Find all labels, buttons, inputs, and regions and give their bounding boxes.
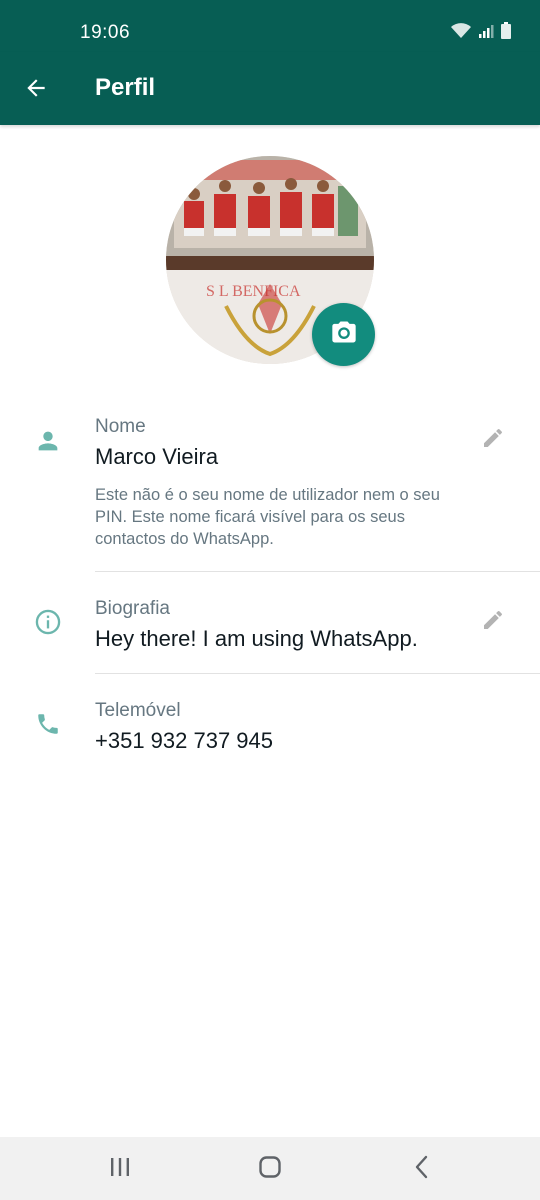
home-button[interactable] — [252, 1151, 288, 1187]
phone-label: Telemóvel — [95, 700, 181, 721]
camera-icon — [330, 318, 358, 351]
phone-value: +351 932 737 945 — [95, 728, 274, 753]
name-row[interactable]: Nome Marco Vieira Este não é o seu nome … — [0, 400, 540, 570]
signal-icon — [478, 23, 494, 44]
svg-text:S L BENFICA: S L BENFICA — [206, 283, 301, 300]
about-label: Biografia — [95, 598, 170, 619]
back-button[interactable] — [20, 74, 52, 106]
pencil-icon — [481, 426, 505, 455]
status-time: 19:06 — [80, 22, 131, 43]
wifi-icon — [450, 23, 472, 44]
home-icon — [258, 1155, 282, 1184]
status-bar: 19:06 — [0, 0, 540, 52]
name-value: Marco Vieira — [95, 444, 219, 469]
name-label: Nome — [95, 416, 146, 437]
arrow-left-icon — [23, 75, 49, 106]
chevron-left-icon — [412, 1155, 432, 1184]
recents-button[interactable] — [102, 1151, 138, 1187]
app-bar: Perfil — [0, 52, 540, 125]
back-nav-button[interactable] — [404, 1151, 440, 1187]
status-icons — [450, 22, 512, 45]
divider — [95, 673, 540, 674]
edit-name-button[interactable] — [478, 425, 508, 455]
pencil-icon — [481, 608, 505, 637]
info-icon — [32, 606, 64, 638]
about-value: Hey there! I am using WhatsApp. — [95, 626, 418, 651]
system-nav-bar — [0, 1137, 540, 1200]
avatar-container: S L BENFICA — [166, 156, 376, 366]
edit-about-button[interactable] — [478, 607, 508, 637]
name-help-text: Este não é o seu nome de utilizador nem … — [95, 486, 440, 548]
change-photo-button[interactable] — [312, 303, 375, 366]
person-icon — [32, 425, 64, 457]
recents-icon — [108, 1156, 132, 1183]
about-row[interactable]: Biografia Hey there! I am using WhatsApp… — [0, 582, 540, 672]
divider — [95, 571, 540, 572]
battery-icon — [500, 22, 512, 45]
phone-row: Telemóvel +351 932 737 945 — [0, 684, 540, 774]
phone-icon — [32, 708, 64, 740]
page-title: Perfil — [95, 74, 156, 101]
